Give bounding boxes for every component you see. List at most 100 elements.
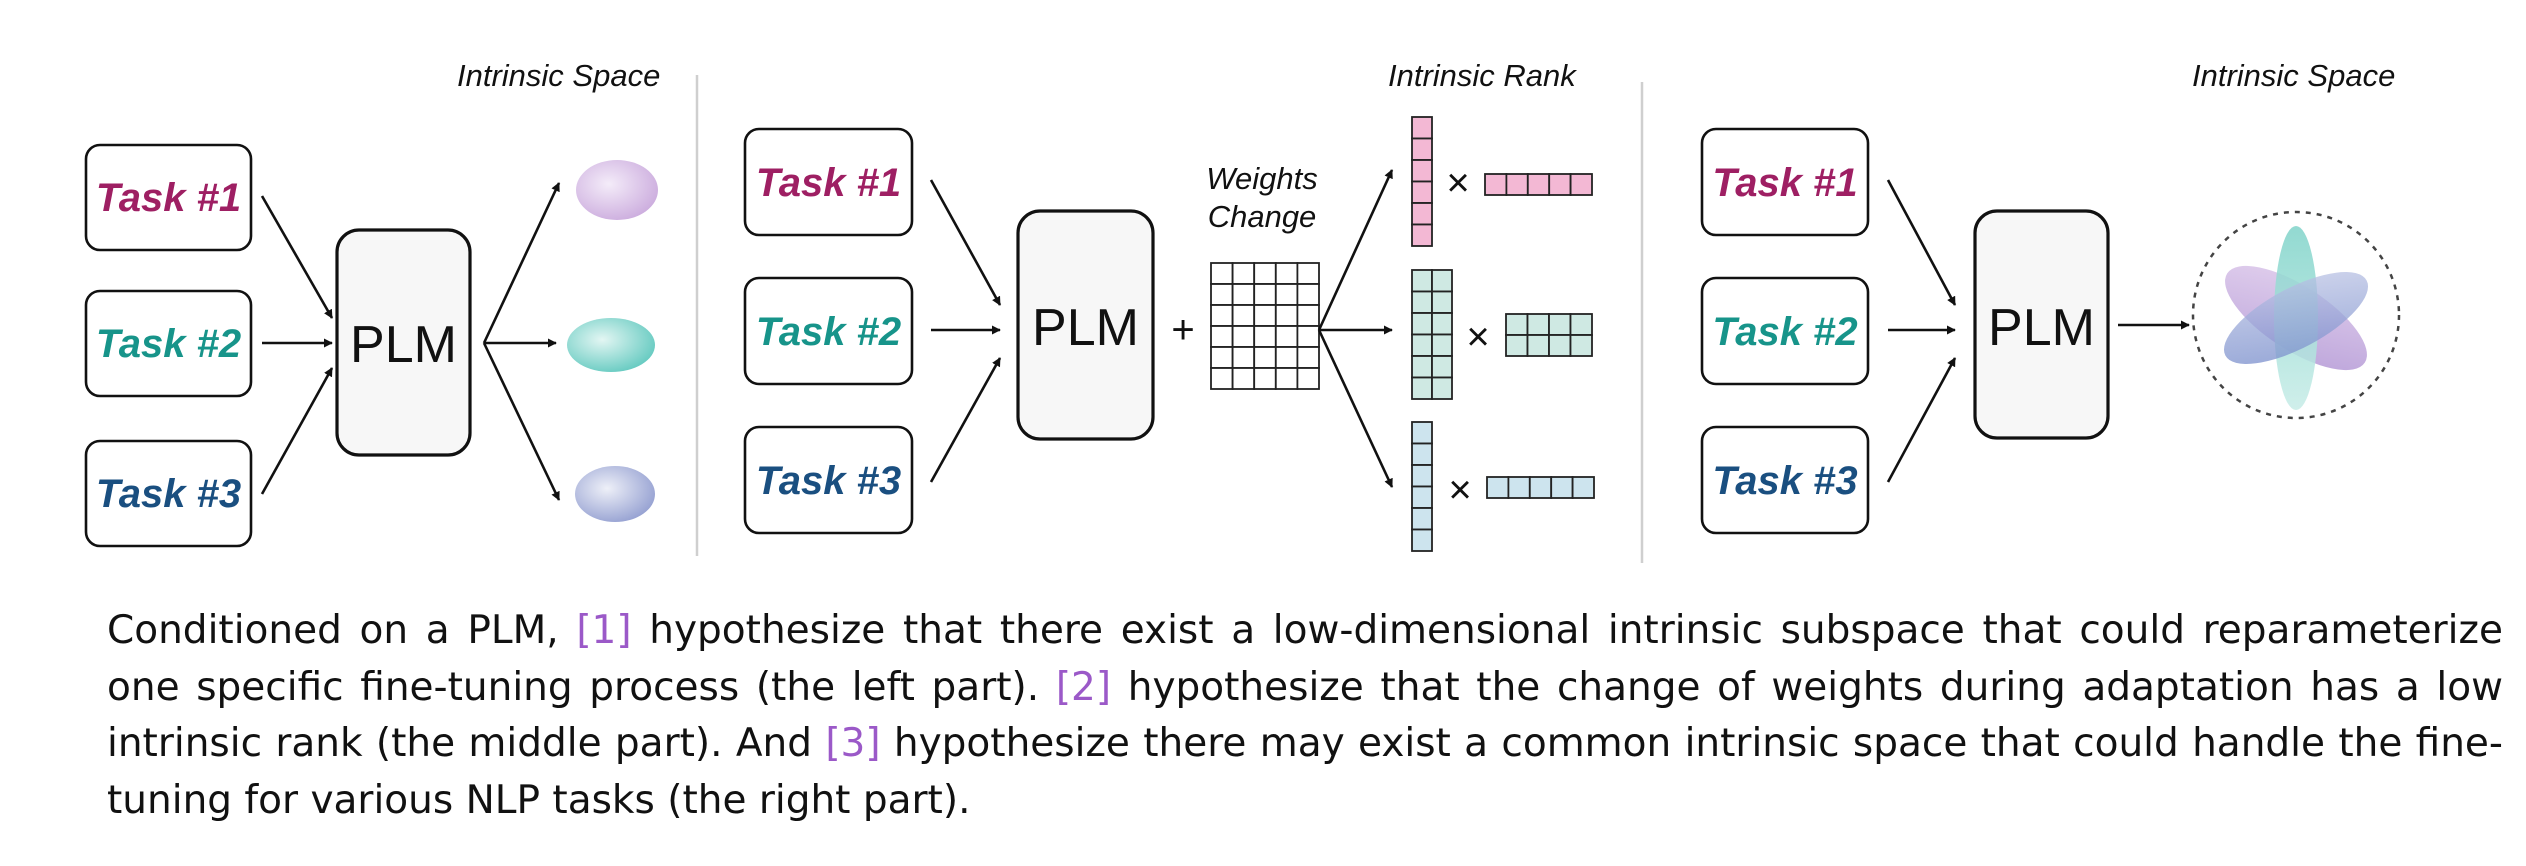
arrow bbox=[929, 357, 1002, 483]
grid-cell bbox=[1528, 476, 1553, 499]
grid-cell bbox=[1210, 283, 1234, 306]
times-sign: × bbox=[1446, 161, 1469, 205]
grid-cell bbox=[1253, 304, 1277, 327]
grid-cell bbox=[1569, 173, 1593, 196]
grid-cell bbox=[1296, 304, 1320, 327]
task-label: Task #3 bbox=[1712, 459, 1857, 503]
grid-cell bbox=[1411, 202, 1433, 226]
grid-cell bbox=[1431, 312, 1453, 336]
subspace-blob-purple bbox=[576, 160, 658, 220]
grid-cell bbox=[1253, 262, 1277, 285]
grid-cell bbox=[1431, 333, 1453, 357]
grid-cell bbox=[1486, 476, 1510, 499]
task-label: Task #2 bbox=[96, 322, 241, 366]
middle-task-3: Task #3 bbox=[743, 425, 914, 535]
grid-cell bbox=[1550, 476, 1574, 499]
grid-cell bbox=[1526, 334, 1550, 357]
grid-cell bbox=[1411, 116, 1433, 140]
low-rank-factors bbox=[1411, 116, 1595, 552]
grid-cell bbox=[1431, 355, 1453, 379]
grid-cell bbox=[1210, 346, 1234, 369]
grid-cell bbox=[1548, 334, 1572, 357]
grid-cell bbox=[1296, 283, 1320, 306]
grid-cell bbox=[1253, 283, 1277, 306]
arrow bbox=[1886, 179, 1957, 306]
weights-change-matrix bbox=[1210, 262, 1320, 390]
task-label: Task #2 bbox=[756, 310, 901, 354]
grid-cell bbox=[1411, 507, 1433, 531]
left-task-2: Task #2 bbox=[84, 289, 253, 398]
task-label: Task #1 bbox=[1712, 161, 1857, 205]
arrow bbox=[260, 195, 334, 319]
weights-change-label-line2: Change bbox=[1208, 199, 1317, 234]
subspace-blob-teal bbox=[567, 318, 655, 372]
caption-text: Conditioned on a PLM, bbox=[107, 608, 577, 653]
grid-cell bbox=[1505, 334, 1529, 357]
citation-link-3[interactable]: [3] bbox=[825, 721, 880, 766]
grid-cell bbox=[1296, 346, 1320, 369]
subspace-blob-blue bbox=[575, 466, 655, 522]
grid-cell bbox=[1231, 304, 1256, 327]
citation-link-1[interactable]: [1] bbox=[576, 608, 631, 653]
grid-cell bbox=[1274, 325, 1299, 348]
grid-cell bbox=[1210, 262, 1234, 285]
arrow bbox=[1886, 357, 1957, 483]
plm-label: PLM bbox=[350, 316, 457, 374]
grid-cell bbox=[1411, 485, 1433, 509]
task-label: Task #1 bbox=[756, 161, 901, 205]
grid-cell bbox=[1411, 421, 1433, 445]
left-task-3: Task #3 bbox=[84, 439, 253, 548]
right-task-2: Task #2 bbox=[1700, 276, 1870, 386]
grid-cell bbox=[1431, 269, 1453, 293]
grid-cell bbox=[1507, 476, 1531, 499]
grid-cell bbox=[1411, 528, 1433, 552]
grid-cell bbox=[1411, 442, 1433, 466]
grid-cell bbox=[1274, 262, 1299, 285]
arrow bbox=[482, 182, 561, 344]
arrow bbox=[1317, 329, 1394, 488]
grid-cell bbox=[1431, 290, 1453, 314]
task-label: Task #2 bbox=[1712, 310, 1857, 354]
grid-cell bbox=[1571, 476, 1595, 499]
arrow bbox=[482, 342, 561, 501]
plm-box-right: PLM bbox=[1973, 209, 2110, 440]
grid-cell bbox=[1411, 159, 1433, 183]
grid-cell bbox=[1274, 283, 1299, 306]
factor-a-tall bbox=[1411, 269, 1453, 400]
grid-cell bbox=[1548, 173, 1572, 196]
middle-task-2: Task #2 bbox=[743, 276, 914, 386]
plm-box-middle: PLM bbox=[1016, 209, 1155, 441]
grid-cell bbox=[1210, 367, 1234, 390]
intrinsic-dimension-diagram: Intrinsic Space Task #1 Task #2 Task #3 … bbox=[84, 58, 2401, 563]
grid-cell bbox=[1231, 367, 1256, 390]
grid-cell bbox=[1526, 313, 1550, 336]
figure-caption: Conditioned on a PLM, [1] hypothesize th… bbox=[107, 603, 2503, 829]
grid-cell bbox=[1411, 137, 1433, 161]
grid-cell bbox=[1231, 262, 1256, 285]
grid-cell bbox=[1411, 180, 1433, 204]
arrow bbox=[929, 179, 1002, 306]
grid-cell bbox=[1296, 262, 1320, 285]
arrow bbox=[260, 367, 334, 495]
left-task-1: Task #1 bbox=[84, 143, 253, 252]
factor-a-tall bbox=[1411, 116, 1433, 247]
factor-b-wide bbox=[1505, 313, 1593, 357]
grid-cell bbox=[1210, 325, 1234, 348]
grid-cell bbox=[1411, 312, 1433, 336]
grid-cell bbox=[1231, 283, 1256, 306]
plm-box-left: PLM bbox=[335, 228, 472, 457]
grid-cell bbox=[1411, 223, 1433, 247]
citation-link-2[interactable]: [2] bbox=[1056, 665, 1111, 710]
grid-cell bbox=[1411, 290, 1433, 314]
header-intrinsic-space-left: Intrinsic Space bbox=[457, 58, 660, 93]
grid-cell bbox=[1411, 333, 1433, 357]
grid-cell bbox=[1526, 173, 1551, 196]
task-label: Task #1 bbox=[96, 176, 241, 220]
grid-cell bbox=[1253, 346, 1277, 369]
task-label: Task #3 bbox=[756, 459, 901, 503]
grid-cell bbox=[1231, 346, 1256, 369]
grid-cell bbox=[1253, 367, 1277, 390]
factor-b-wide bbox=[1486, 476, 1595, 499]
plus-sign: + bbox=[1171, 308, 1194, 352]
times-sign: × bbox=[1466, 315, 1489, 359]
